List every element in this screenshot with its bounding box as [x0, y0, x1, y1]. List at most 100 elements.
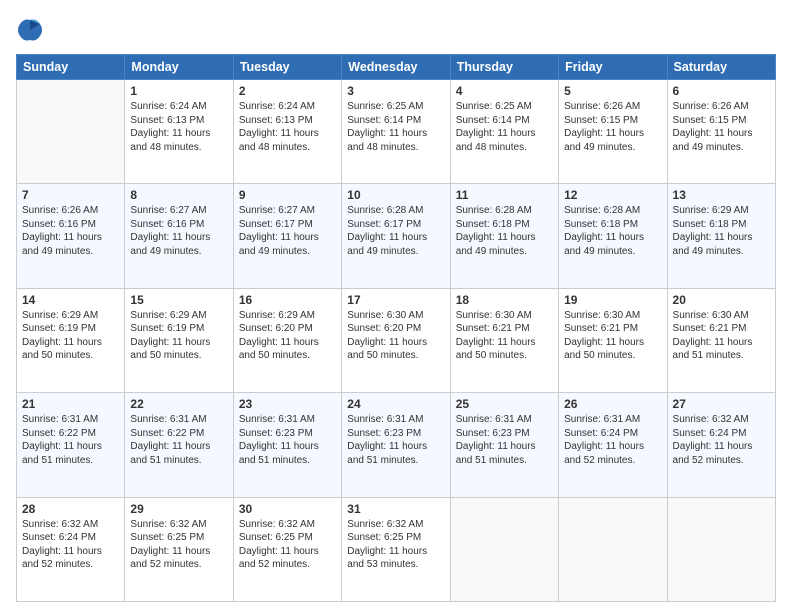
day-number: 14 — [22, 293, 119, 307]
day-info: Sunrise: 6:31 AM Sunset: 6:22 PM Dayligh… — [22, 413, 119, 467]
day-number: 11 — [456, 188, 553, 202]
calendar-cell — [667, 497, 775, 601]
day-number: 10 — [347, 188, 444, 202]
calendar-week-row: 1 Sunrise: 6:24 AM Sunset: 6:13 PM Daylig… — [17, 80, 776, 184]
weekday-header: Friday — [559, 55, 667, 80]
day-number: 30 — [239, 502, 336, 516]
day-number: 27 — [673, 397, 770, 411]
day-number: 12 — [564, 188, 661, 202]
logo — [16, 16, 48, 44]
calendar-cell: 20 Sunrise: 6:30 AM Sunset: 6:21 PM Dayli… — [667, 288, 775, 392]
weekday-header: Monday — [125, 55, 233, 80]
calendar-cell — [450, 497, 558, 601]
calendar-cell: 16 Sunrise: 6:29 AM Sunset: 6:20 PM Dayli… — [233, 288, 341, 392]
day-number: 1 — [130, 84, 227, 98]
calendar-cell: 2Sunrise: 6:24 AM Sunset: 6:13 PM Daylig… — [233, 80, 341, 184]
day-info: Sunrise: 6:31 AM Sunset: 6:23 PM Dayligh… — [347, 413, 444, 467]
weekday-header: Thursday — [450, 55, 558, 80]
day-info: Sunrise: 6:28 AM Sunset: 6:18 PM Dayligh… — [456, 204, 553, 258]
day-info: Sunrise: 6:32 AM Sunset: 6:25 PM Dayligh… — [347, 518, 444, 572]
calendar-cell — [17, 80, 125, 184]
day-number: 5 — [564, 84, 661, 98]
day-info: Sunrise: 6:30 AM Sunset: 6:21 PM Dayligh… — [564, 309, 661, 363]
calendar-cell: 24 Sunrise: 6:31 AM Sunset: 6:23 PM Dayli… — [342, 393, 450, 497]
day-number: 29 — [130, 502, 227, 516]
day-number: 6 — [673, 84, 770, 98]
day-number: 3 — [347, 84, 444, 98]
day-number: 17 — [347, 293, 444, 307]
day-number: 4 — [456, 84, 553, 98]
calendar-cell: 22Sunrise: 6:31 AM Sunset: 6:22 PM Dayli… — [125, 393, 233, 497]
day-number: 16 — [239, 293, 336, 307]
calendar-cell: 6 Sunrise: 6:26 AM Sunset: 6:15 PM Daylig… — [667, 80, 775, 184]
calendar-cell: 23 Sunrise: 6:31 AM Sunset: 6:23 PM Dayli… — [233, 393, 341, 497]
day-info: Sunrise: 6:31 AM Sunset: 6:24 PM Dayligh… — [564, 413, 661, 467]
day-info: Sunrise: 6:29 AM Sunset: 6:20 PM Dayligh… — [239, 309, 336, 363]
calendar-cell: 11 Sunrise: 6:28 AM Sunset: 6:18 PM Dayli… — [450, 184, 558, 288]
day-info: Sunrise: 6:30 AM Sunset: 6:21 PM Dayligh… — [673, 309, 770, 363]
page: SundayMondayTuesdayWednesdayThursdayFrid… — [0, 0, 792, 612]
calendar-cell: 8 Sunrise: 6:27 AM Sunset: 6:16 PM Daylig… — [125, 184, 233, 288]
day-number: 28 — [22, 502, 119, 516]
calendar-cell: 18 Sunrise: 6:30 AM Sunset: 6:21 PM Dayli… — [450, 288, 558, 392]
calendar-cell: 30 Sunrise: 6:32 AM Sunset: 6:25 PM Dayli… — [233, 497, 341, 601]
calendar-cell: 25Sunrise: 6:31 AM Sunset: 6:23 PM Dayli… — [450, 393, 558, 497]
calendar-cell: 12 Sunrise: 6:28 AM Sunset: 6:18 PM Dayli… — [559, 184, 667, 288]
calendar-cell: 28 Sunrise: 6:32 AM Sunset: 6:24 PM Dayli… — [17, 497, 125, 601]
day-info: Sunrise: 6:30 AM Sunset: 6:21 PM Dayligh… — [456, 309, 553, 363]
day-number: 23 — [239, 397, 336, 411]
calendar-cell: 21 Sunrise: 6:31 AM Sunset: 6:22 PM Dayli… — [17, 393, 125, 497]
day-number: 2 — [239, 84, 336, 98]
day-info: Sunrise: 6:29 AM Sunset: 6:18 PM Dayligh… — [673, 204, 770, 258]
weekday-header: Wednesday — [342, 55, 450, 80]
day-info: Sunrise: 6:32 AM Sunset: 6:25 PM Dayligh… — [130, 518, 227, 572]
calendar-cell: 29 Sunrise: 6:32 AM Sunset: 6:25 PM Dayli… — [125, 497, 233, 601]
day-info: Sunrise: 6:26 AM Sunset: 6:15 PM Dayligh… — [673, 100, 770, 154]
calendar-cell: 15Sunrise: 6:29 AM Sunset: 6:19 PM Dayli… — [125, 288, 233, 392]
day-info: Sunrise: 6:26 AM Sunset: 6:16 PM Dayligh… — [22, 204, 119, 258]
calendar-cell: 17 Sunrise: 6:30 AM Sunset: 6:20 PM Dayli… — [342, 288, 450, 392]
calendar-cell: 27Sunrise: 6:32 AM Sunset: 6:24 PM Dayli… — [667, 393, 775, 497]
day-info: Sunrise: 6:24 AM Sunset: 6:13 PM Dayligh… — [130, 100, 227, 154]
day-number: 18 — [456, 293, 553, 307]
calendar-cell — [559, 497, 667, 601]
day-info: Sunrise: 6:30 AM Sunset: 6:20 PM Dayligh… — [347, 309, 444, 363]
day-number: 22 — [130, 397, 227, 411]
day-info: Sunrise: 6:31 AM Sunset: 6:23 PM Dayligh… — [239, 413, 336, 467]
day-info: Sunrise: 6:28 AM Sunset: 6:18 PM Dayligh… — [564, 204, 661, 258]
calendar-cell: 10 Sunrise: 6:28 AM Sunset: 6:17 PM Dayli… — [342, 184, 450, 288]
day-info: Sunrise: 6:27 AM Sunset: 6:17 PM Dayligh… — [239, 204, 336, 258]
day-number: 24 — [347, 397, 444, 411]
calendar-week-row: 28 Sunrise: 6:32 AM Sunset: 6:24 PM Dayli… — [17, 497, 776, 601]
day-number: 31 — [347, 502, 444, 516]
calendar-week-row: 21 Sunrise: 6:31 AM Sunset: 6:22 PM Dayli… — [17, 393, 776, 497]
calendar-cell: 26Sunrise: 6:31 AM Sunset: 6:24 PM Dayli… — [559, 393, 667, 497]
calendar-cell: 9 Sunrise: 6:27 AM Sunset: 6:17 PM Daylig… — [233, 184, 341, 288]
day-number: 13 — [673, 188, 770, 202]
header — [16, 16, 776, 44]
calendar-cell: 13 Sunrise: 6:29 AM Sunset: 6:18 PM Dayli… — [667, 184, 775, 288]
day-info: Sunrise: 6:25 AM Sunset: 6:14 PM Dayligh… — [347, 100, 444, 154]
calendar-cell: 19 Sunrise: 6:30 AM Sunset: 6:21 PM Dayli… — [559, 288, 667, 392]
day-number: 9 — [239, 188, 336, 202]
calendar-week-row: 14 Sunrise: 6:29 AM Sunset: 6:19 PM Dayli… — [17, 288, 776, 392]
day-number: 19 — [564, 293, 661, 307]
day-info: Sunrise: 6:32 AM Sunset: 6:25 PM Dayligh… — [239, 518, 336, 572]
day-number: 20 — [673, 293, 770, 307]
day-number: 8 — [130, 188, 227, 202]
day-number: 21 — [22, 397, 119, 411]
calendar-cell: 7 Sunrise: 6:26 AM Sunset: 6:16 PM Daylig… — [17, 184, 125, 288]
day-info: Sunrise: 6:29 AM Sunset: 6:19 PM Dayligh… — [130, 309, 227, 363]
weekday-header: Sunday — [17, 55, 125, 80]
calendar-table: SundayMondayTuesdayWednesdayThursdayFrid… — [16, 54, 776, 602]
calendar-cell: 1 Sunrise: 6:24 AM Sunset: 6:13 PM Daylig… — [125, 80, 233, 184]
day-info: Sunrise: 6:31 AM Sunset: 6:23 PM Dayligh… — [456, 413, 553, 467]
logo-icon — [16, 16, 44, 44]
day-number: 7 — [22, 188, 119, 202]
calendar-cell: 3 Sunrise: 6:25 AM Sunset: 6:14 PM Daylig… — [342, 80, 450, 184]
day-info: Sunrise: 6:28 AM Sunset: 6:17 PM Dayligh… — [347, 204, 444, 258]
day-info: Sunrise: 6:27 AM Sunset: 6:16 PM Dayligh… — [130, 204, 227, 258]
calendar-cell: 4Sunrise: 6:25 AM Sunset: 6:14 PM Daylig… — [450, 80, 558, 184]
day-info: Sunrise: 6:32 AM Sunset: 6:24 PM Dayligh… — [22, 518, 119, 572]
calendar-cell: 14Sunrise: 6:29 AM Sunset: 6:19 PM Dayli… — [17, 288, 125, 392]
